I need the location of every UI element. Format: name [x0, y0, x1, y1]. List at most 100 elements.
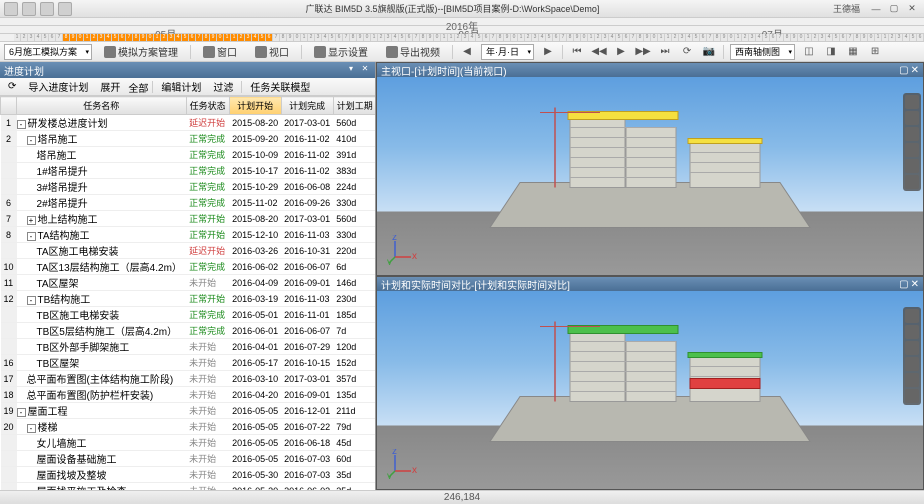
plan-dropdown[interactable]: 6月施工模拟方案: [4, 44, 92, 60]
timeline-day[interactable]: 1: [658, 34, 665, 42]
timeline-day[interactable]: 3: [245, 34, 252, 42]
timeline-day[interactable]: 3: [896, 34, 903, 42]
play-button[interactable]: ▶: [613, 44, 629, 60]
timeline-day[interactable]: 6: [483, 34, 490, 42]
measure-tool-icon[interactable]: [905, 389, 919, 403]
fit-tool-icon[interactable]: [905, 143, 919, 157]
tree-expand-icon[interactable]: -: [27, 296, 36, 305]
timeline-day[interactable]: 8: [280, 34, 287, 42]
timeline-day[interactable]: 8: [784, 34, 791, 42]
tree-expand-icon[interactable]: -: [27, 424, 36, 433]
timeline-day[interactable]: 0: [77, 34, 84, 42]
table-row[interactable]: 12-TB结构施工正常开始2016-03-192016-11-03230d201…: [1, 291, 376, 307]
table-row[interactable]: TB区施工电梯安装正常完成2016-05-012016-11-01185d201…: [1, 307, 376, 323]
timeline-day[interactable]: 3: [28, 34, 35, 42]
timeline-day[interactable]: 0: [651, 34, 658, 42]
tree-expand-icon[interactable]: -: [17, 120, 26, 129]
table-row[interactable]: 8-TA结构施工正常开始2015-12-102016-11-03330d2015…: [1, 227, 376, 243]
table-row[interactable]: TA区施工电梯安装延迟开始2016-03-262016-10-31220d201…: [1, 243, 376, 259]
fit-tool-icon[interactable]: [905, 357, 919, 371]
timeline-day[interactable]: 3: [819, 34, 826, 42]
maximize-button[interactable]: ▢: [886, 2, 902, 16]
viewport-top[interactable]: 主视口-[计划时间](当前视口) ▢✕: [376, 62, 924, 276]
timeline-day[interactable]: 7: [56, 34, 63, 42]
panel-pin-icon[interactable]: ▾: [345, 64, 357, 76]
timeline-day[interactable]: 6: [336, 34, 343, 42]
timeline-day[interactable]: 2: [742, 34, 749, 42]
timeline-day[interactable]: 4: [826, 34, 833, 42]
timeline-day[interactable]: 3: [385, 34, 392, 42]
camera-button[interactable]: 📷: [701, 44, 717, 60]
timeline-day[interactable]: 0: [581, 34, 588, 42]
vp-max-icon[interactable]: ▢: [899, 65, 908, 76]
assoc-model-button[interactable]: 任务关联模型: [246, 79, 314, 94]
date-prev-button[interactable]: ◀: [459, 44, 475, 60]
timeline-day[interactable]: 6: [406, 34, 413, 42]
timeline-day[interactable]: 5: [693, 34, 700, 42]
table-row[interactable]: 10TA区13层结构施工（层高4.2m）正常完成2016-06-022016-0…: [1, 259, 376, 275]
timeline-days[interactable]: 1234567890123456789012345678901123456789…: [0, 34, 924, 42]
timeline-day[interactable]: 2: [308, 34, 315, 42]
vp-close-icon[interactable]: ✕: [911, 279, 919, 290]
timeline-day[interactable]: 5: [259, 34, 266, 42]
table-row[interactable]: 19-屋面工程未开始2016-05-052016-12-01211d0d: [1, 403, 376, 419]
timeline-day[interactable]: 0: [434, 34, 441, 42]
qat-save-icon[interactable]: [4, 2, 18, 16]
timeline-day[interactable]: 1: [231, 34, 238, 42]
timeline-day[interactable]: 1: [518, 34, 525, 42]
timeline-day[interactable]: 2: [889, 34, 896, 42]
timeline-day[interactable]: 7: [343, 34, 350, 42]
timeline-day[interactable]: 2: [161, 34, 168, 42]
timeline-day[interactable]: 7: [560, 34, 567, 42]
timeline-day[interactable]: 0: [728, 34, 735, 42]
timeline-day[interactable]: 4: [252, 34, 259, 42]
qat-undo-icon[interactable]: [22, 2, 36, 16]
timeline-day[interactable]: 5: [910, 34, 917, 42]
date-next-button[interactable]: ▶: [540, 44, 556, 60]
timeline-day[interactable]: 5: [546, 34, 553, 42]
timeline-day[interactable]: 1: [14, 34, 21, 42]
timeline-day[interactable]: 4: [686, 34, 693, 42]
timeline-day[interactable]: 1: [154, 34, 161, 42]
timeline-day[interactable]: 6: [119, 34, 126, 42]
refresh-icon[interactable]: ⟳: [4, 81, 20, 92]
timeline-day[interactable]: 1: [882, 34, 889, 42]
orbit-tool-icon[interactable]: [905, 95, 919, 109]
play-last-button[interactable]: ⏭: [657, 44, 673, 60]
table-row[interactable]: 16TB区屋架未开始2016-05-172016-10-15152d: [1, 355, 376, 371]
sim-settings-button[interactable]: 模拟方案管理: [98, 44, 184, 60]
table-row[interactable]: 62#塔吊提升正常完成2015-11-022016-09-26330d2015-…: [1, 195, 376, 211]
import-plan-button[interactable]: 导入进度计划: [24, 79, 92, 94]
timeline-day[interactable]: 4: [469, 34, 476, 42]
timeline-day[interactable]: 3: [532, 34, 539, 42]
export-video-button[interactable]: 导出视频: [380, 44, 446, 60]
table-row[interactable]: 屋面找坡及整坡未开始2016-05-302016-07-0335d0d: [1, 467, 376, 483]
filter-button[interactable]: 过滤: [209, 79, 237, 94]
table-row[interactable]: 7+地上结构施工正常开始2015-08-202017-03-01560d2015…: [1, 211, 376, 227]
timeline-day[interactable]: 4: [392, 34, 399, 42]
timeline-day[interactable]: 4: [175, 34, 182, 42]
timeline-day[interactable]: 9: [70, 34, 77, 42]
pan-tool-icon[interactable]: [905, 325, 919, 339]
timeline-day[interactable]: 1: [735, 34, 742, 42]
timeline-day[interactable]: 1: [875, 34, 882, 42]
timeline-day[interactable]: 1: [301, 34, 308, 42]
timeline-day[interactable]: 2: [378, 34, 385, 42]
timeline-day[interactable]: 7: [413, 34, 420, 42]
table-row[interactable]: 1#塔吊提升正常完成2015-10-172016-11-02383d2015-1…: [1, 163, 376, 179]
timeline-day[interactable]: 6: [49, 34, 56, 42]
timeline-day[interactable]: 5: [763, 34, 770, 42]
timeline-day[interactable]: 2: [595, 34, 602, 42]
timeline-day[interactable]: 2: [238, 34, 245, 42]
display-settings-button[interactable]: 显示设置: [308, 44, 374, 60]
play-prev-button[interactable]: ◀◀: [591, 44, 607, 60]
timeline-day[interactable]: 1: [665, 34, 672, 42]
zoom-tool-icon[interactable]: [905, 341, 919, 355]
table-row[interactable]: 18总平面布置图(防护栏杆安装)未开始2016-04-202016-09-011…: [1, 387, 376, 403]
expand-button[interactable]: 展开: [96, 79, 124, 94]
timeline-day[interactable]: 5: [399, 34, 406, 42]
timeline-day[interactable]: 9: [427, 34, 434, 42]
timeline-day[interactable]: 8: [203, 34, 210, 42]
timeline-day[interactable]: 9: [287, 34, 294, 42]
orbit-tool-icon[interactable]: [905, 309, 919, 323]
